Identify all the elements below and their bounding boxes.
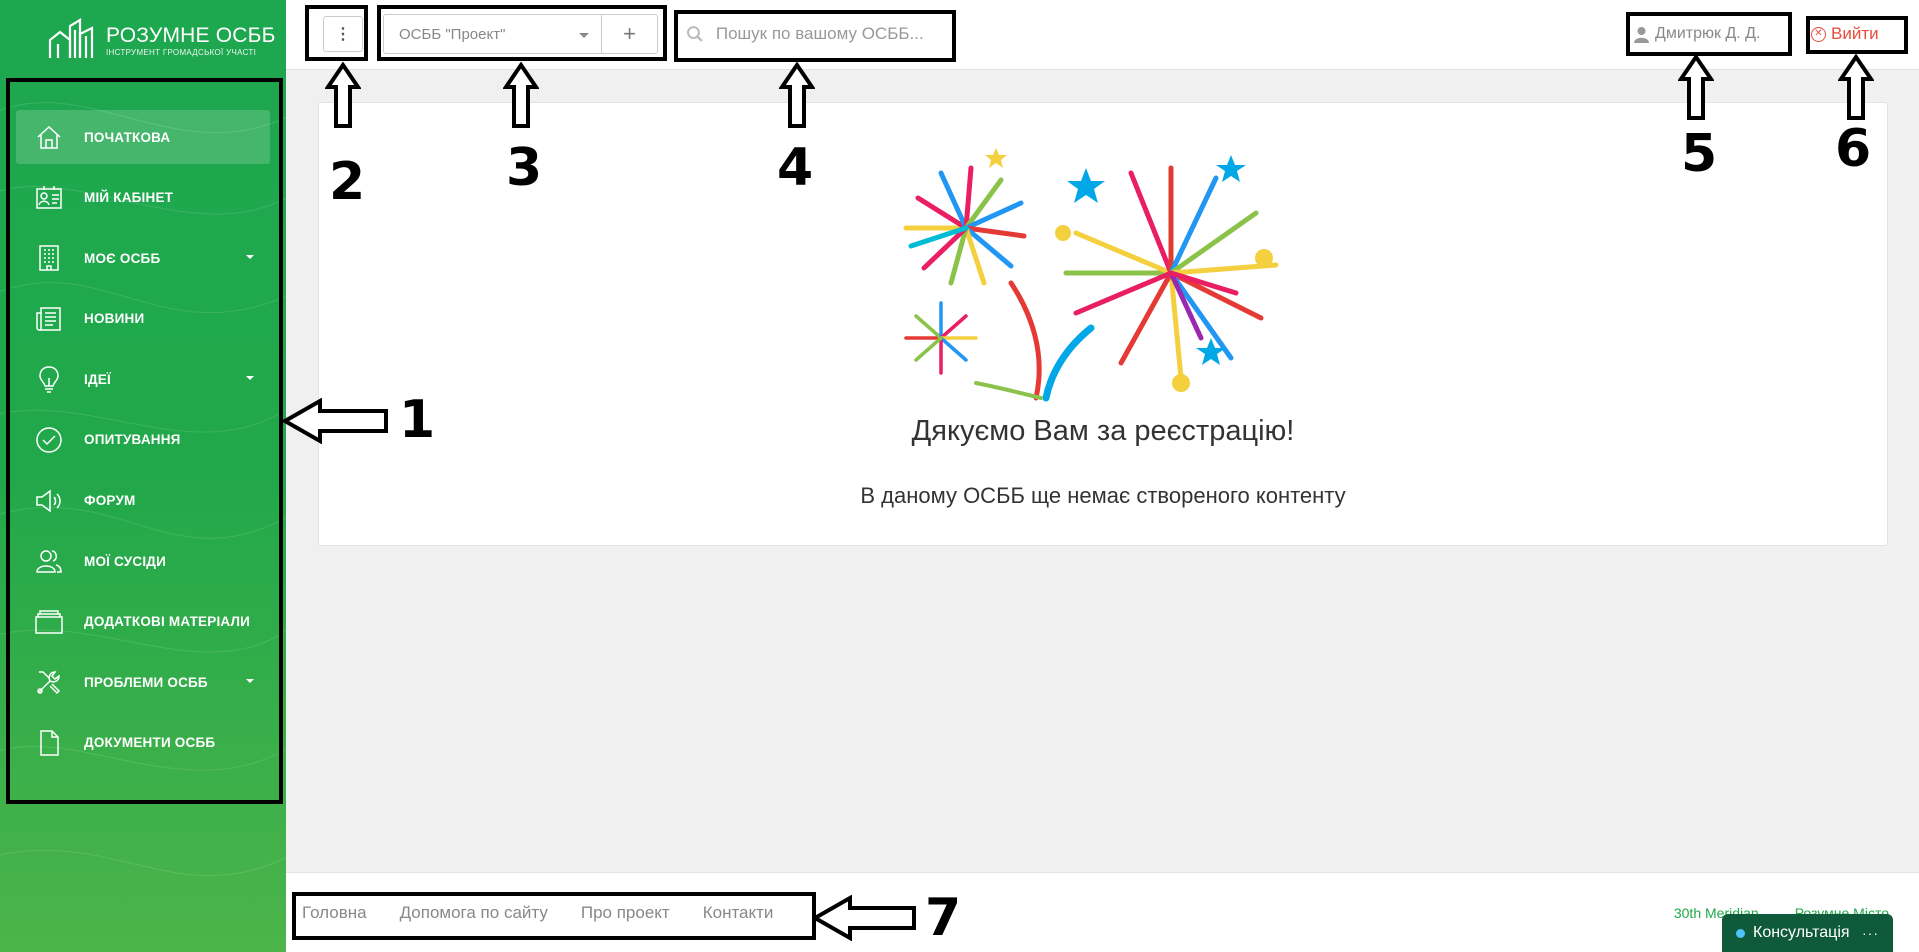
sidebar-item-label: ІДЕЇ <box>84 371 111 387</box>
sidebar-item-problems[interactable]: ПРОБЛЕМИ ОСББ <box>16 655 270 709</box>
topbar: ⋮ ОСББ "Проект" + Дмитрюк Д. Д. ✕ Вийти <box>286 0 1919 70</box>
sidebar-item-label: ПОЧАТКОВА <box>84 129 171 145</box>
chevron-down-icon <box>246 255 254 260</box>
close-circle-icon: ✕ <box>1811 26 1826 42</box>
arrow-up-icon <box>779 62 815 128</box>
footer-link-about[interactable]: Про проект <box>581 903 670 923</box>
sidebar-item-label: НОВИНИ <box>84 311 145 327</box>
sidebar-item-materials[interactable]: ДОДАТКОВІ МАТЕРІАЛИ <box>16 595 270 649</box>
sidebar-item-neighbors[interactable]: МОЇ СУСІДИ <box>16 534 270 588</box>
megaphone-icon <box>34 486 64 516</box>
arrow-up-icon <box>1838 54 1874 120</box>
footer-link-contacts[interactable]: Контакти <box>703 903 774 923</box>
chevron-down-icon <box>246 679 254 684</box>
logo-subtitle: ІНСТРУМЕНТ ГРОМАДСЬКОЇ УЧАСТІ <box>106 48 257 57</box>
user-profile-link[interactable]: Дмитрюк Д. Д. <box>1634 20 1760 48</box>
osbb-select[interactable]: ОСББ "Проект" <box>383 14 602 54</box>
search-input[interactable] <box>715 24 944 44</box>
users-icon <box>34 546 64 576</box>
sidebar-item-label: МІЙ КАБІНЕТ <box>84 190 174 206</box>
id-card-icon <box>34 183 64 213</box>
welcome-card: Дякуємо Вам за реєстрацію! В даному ОСББ… <box>318 102 1888 546</box>
menu-toggle-button[interactable]: ⋮ <box>323 16 363 52</box>
sidebar-item-my-osbb[interactable]: МОЄ ОСББ <box>16 231 270 285</box>
sidebar-item-label: ДОКУМЕНТИ ОСББ <box>84 735 216 751</box>
arrow-left-icon <box>812 895 916 941</box>
annotation-number-3: 3 <box>506 138 543 198</box>
folder-icon <box>34 607 64 637</box>
logo[interactable]: РОЗУМНЕ ОСББ ІНСТРУМЕНТ ГРОМАДСЬКОЇ УЧАС… <box>48 18 276 62</box>
tools-icon <box>34 667 64 697</box>
logout-button[interactable]: ✕ Вийти <box>1811 20 1879 48</box>
annotation-number-4: 4 <box>777 138 814 198</box>
annotation-number-2: 2 <box>329 152 366 212</box>
sidebar-item-ideas[interactable]: ІДЕЇ <box>16 352 270 406</box>
add-osbb-button[interactable]: + <box>602 14 658 54</box>
consultation-label: Консультація <box>1753 924 1850 941</box>
sidebar-item-polls[interactable]: ОПИТУВАННЯ <box>16 413 270 467</box>
building-icon <box>34 243 64 273</box>
sidebar-item-label: ПРОБЛЕМИ ОСББ <box>84 674 208 690</box>
sidebar-item-home[interactable]: ПОЧАТКОВА <box>16 110 270 164</box>
annotation-number-6: 6 <box>1835 119 1872 179</box>
sidebar-item-label: ДОДАТКОВІ МАТЕРІАЛИ <box>84 614 251 630</box>
home-icon <box>34 122 64 152</box>
sidebar-item-news[interactable]: НОВИНИ <box>16 292 270 346</box>
empty-content-message: В даному ОСББ ще немає створеного контен… <box>860 483 1346 508</box>
sidebar-item-documents[interactable]: ДОКУМЕНТИ ОСББ <box>16 716 270 770</box>
user-icon <box>1634 26 1649 43</box>
sidebar-item-cabinet[interactable]: МІЙ КАБІНЕТ <box>16 171 270 225</box>
annotation-number-5: 5 <box>1681 124 1718 184</box>
arrow-up-icon <box>503 62 539 128</box>
arrow-left-icon <box>282 398 388 444</box>
more-icon: ··· <box>1862 925 1879 941</box>
arrow-up-icon <box>1678 54 1714 120</box>
annotation-number-1: 1 <box>399 390 436 450</box>
sidebar-item-label: МОЄ ОСББ <box>84 250 161 266</box>
chevron-down-icon <box>246 376 254 381</box>
footer-link-home[interactable]: Головна <box>302 903 367 923</box>
search-box <box>678 14 944 54</box>
fireworks-illustration <box>903 148 1279 402</box>
sidebar-nav: ПОЧАТКОВА МІЙ КАБІНЕТ МОЄ ОСББ НОВИНИ ІД… <box>16 110 270 777</box>
arrow-up-icon <box>325 62 361 128</box>
logo-name: РОЗУМНЕ ОСББ <box>106 24 276 47</box>
newspaper-icon <box>34 304 64 334</box>
consultation-chat-button[interactable]: Консультація ··· <box>1722 914 1893 952</box>
dropdown-caret-icon <box>579 33 589 38</box>
osbb-select-value: ОСББ "Проект" <box>399 25 506 43</box>
online-dot-icon <box>1736 928 1745 938</box>
user-name: Дмитрюк Д. Д. <box>1655 25 1761 42</box>
footer-links: Головна Допомога по сайту Про проект Кон… <box>302 903 806 923</box>
sidebar-item-label: ФОРУМ <box>84 493 136 509</box>
logo-buildings-icon <box>48 18 94 58</box>
footer-link-help[interactable]: Допомога по сайту <box>400 903 548 923</box>
logout-label: Вийти <box>1831 24 1879 43</box>
annotation-number-7: 7 <box>925 888 962 948</box>
sidebar-item-label: МОЇ СУСІДИ <box>84 553 167 569</box>
document-icon <box>34 728 64 758</box>
search-icon <box>686 26 703 42</box>
lightbulb-icon <box>34 364 64 394</box>
sidebar: РОЗУМНЕ ОСББ ІНСТРУМЕНТ ГРОМАДСЬКОЇ УЧАС… <box>0 0 286 952</box>
check-circle-icon <box>34 425 64 455</box>
footer: Головна Допомога по сайту Про проект Кон… <box>286 872 1919 952</box>
thanks-heading: Дякуємо Вам за реєстрацію! <box>911 415 1295 447</box>
sidebar-item-label: ОПИТУВАННЯ <box>84 432 181 448</box>
sidebar-item-forum[interactable]: ФОРУМ <box>16 474 270 528</box>
